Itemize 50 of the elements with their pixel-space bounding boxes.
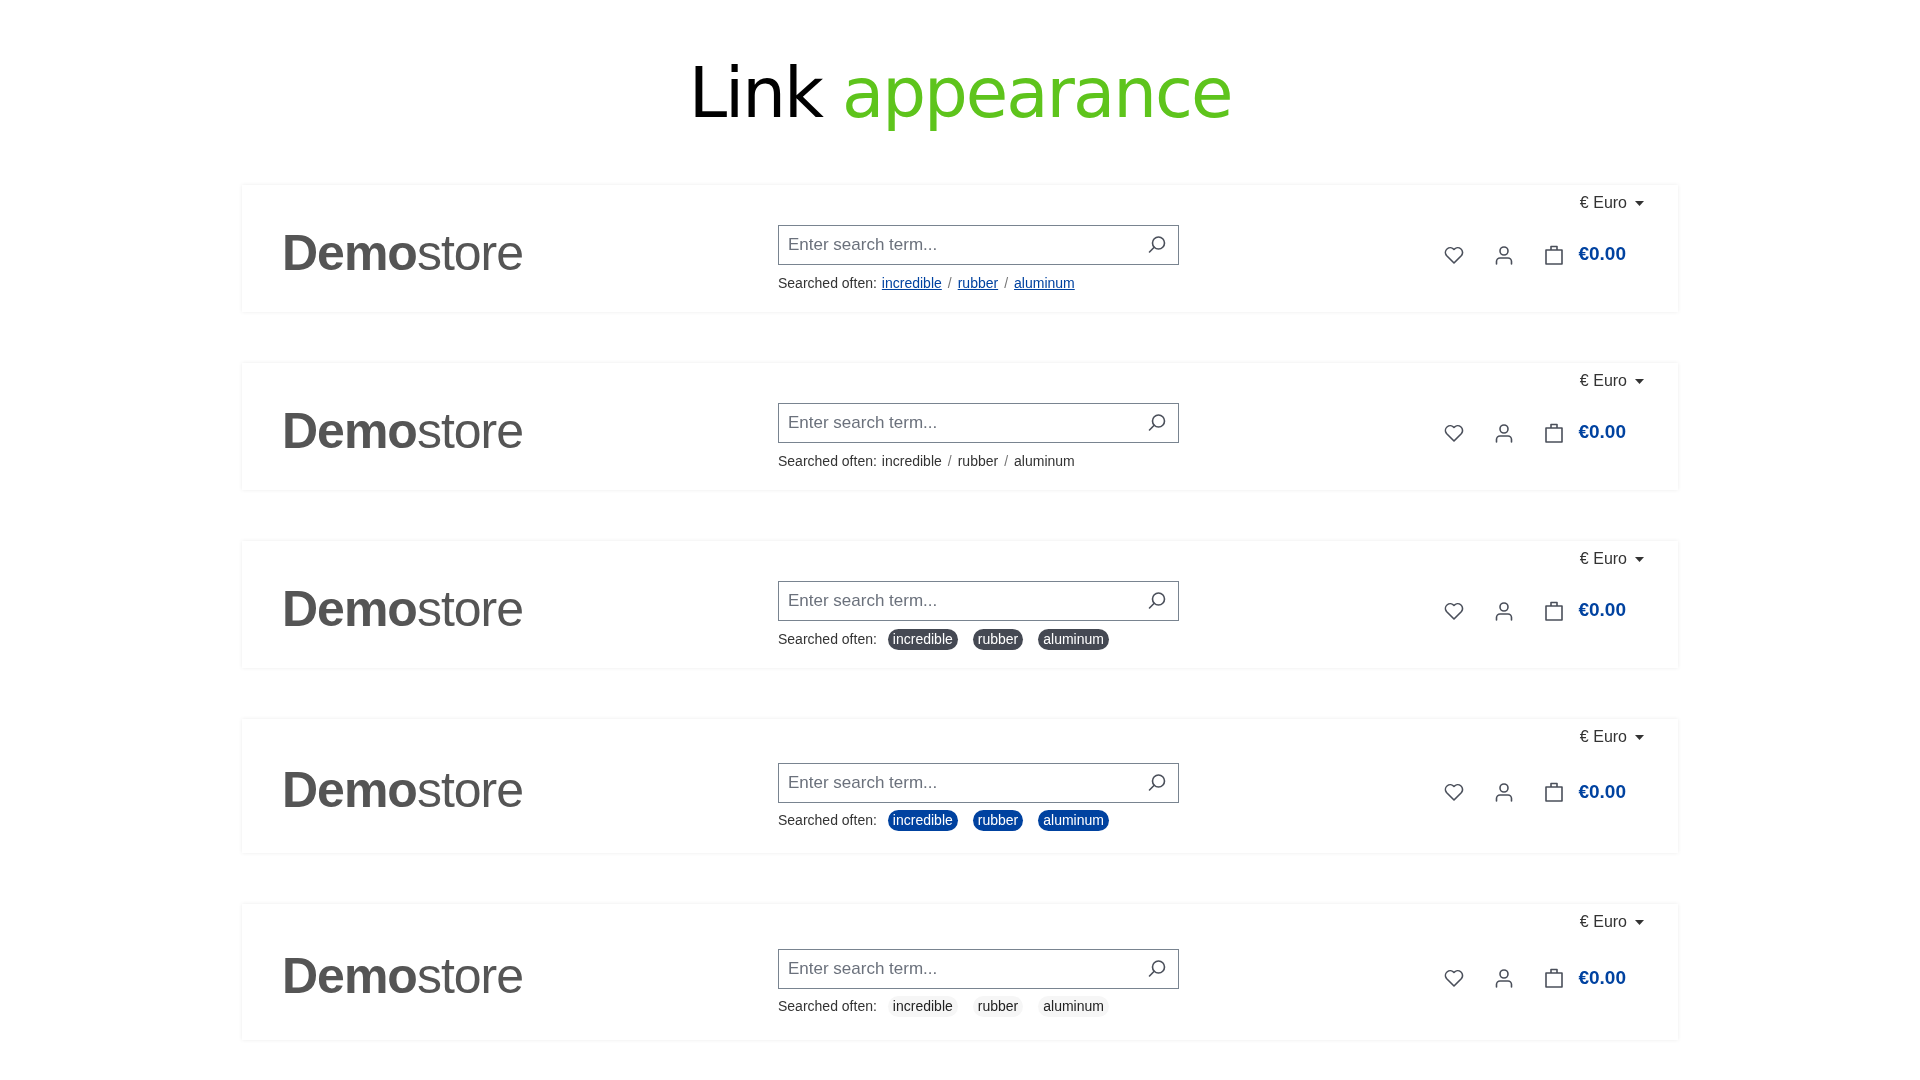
cart-total[interactable]: €0.00	[1578, 963, 1626, 993]
search-term-link[interactable]: rubber	[957, 272, 999, 294]
caret-icon	[1635, 378, 1644, 384]
separator-text: /	[1004, 273, 1009, 293]
search-term-link[interactable]: rubber	[972, 996, 1024, 1017]
search-term-link[interactable]: incredible	[887, 996, 958, 1017]
caret-icon	[1635, 919, 1644, 925]
searched-often-label: Searched often:	[778, 811, 877, 830]
search-term-link[interactable]: rubber	[972, 810, 1024, 831]
currency-dropdown[interactable]: € Euro	[1579, 725, 1644, 749]
searched-often-label: Searched often:	[778, 451, 877, 471]
store-logo[interactable]: Demostore	[282, 405, 778, 456]
search-term-link[interactable]: incredible	[881, 272, 942, 294]
cart-total[interactable]: €0.00	[1578, 777, 1626, 807]
store-logo[interactable]: Demostore	[282, 227, 778, 278]
currency-dropdown[interactable]: € Euro	[1579, 547, 1644, 571]
separator-text: /	[947, 451, 952, 471]
search-field[interactable]: Enter search term...	[778, 948, 1179, 989]
search-term-link[interactable]: incredible	[881, 450, 942, 472]
search-field[interactable]: Enter search term...	[778, 403, 1179, 443]
page-title: Link	[688, 58, 822, 128]
search-term-link[interactable]: aluminum	[1014, 450, 1075, 472]
search-term-link[interactable]: aluminum	[1038, 996, 1109, 1017]
search-term-link[interactable]: rubber	[972, 628, 1024, 650]
searched-often-label: Searched often:	[778, 273, 877, 293]
caret-icon	[1635, 556, 1644, 562]
search-field[interactable]: Enter search term...	[778, 581, 1179, 621]
search-term-link[interactable]: aluminum	[1038, 628, 1109, 650]
separator-text: /	[947, 273, 952, 293]
cart-total[interactable]: €0.00	[1578, 596, 1626, 625]
currency-dropdown[interactable]: € Euro	[1579, 910, 1644, 934]
search-term-link[interactable]: aluminum	[1038, 810, 1109, 831]
search-field[interactable]: Enter search term...	[778, 762, 1179, 803]
search-term-link[interactable]: incredible	[887, 810, 958, 831]
cart-total[interactable]: €0.00	[1578, 418, 1626, 447]
currency-dropdown[interactable]: € Euro	[1579, 369, 1644, 393]
search-term-link[interactable]: aluminum	[1014, 272, 1075, 294]
search-field[interactable]: Enter search term...	[778, 225, 1179, 265]
searched-often-label: Searched often:	[778, 997, 877, 1016]
separator-text: /	[1004, 451, 1009, 471]
store-logo[interactable]: Demostore	[282, 765, 778, 815]
currency-dropdown[interactable]: € Euro	[1579, 191, 1644, 215]
search-term-link[interactable]: rubber	[957, 450, 999, 472]
store-logo[interactable]: Demostore	[282, 583, 778, 634]
caret-icon	[1635, 200, 1644, 206]
caret-icon	[1635, 734, 1644, 740]
cart-total[interactable]: €0.00	[1578, 240, 1626, 269]
search-term-link[interactable]: incredible	[887, 628, 958, 650]
searched-often-label: Searched often:	[778, 629, 877, 649]
store-logo[interactable]: Demostore	[282, 951, 778, 1001]
